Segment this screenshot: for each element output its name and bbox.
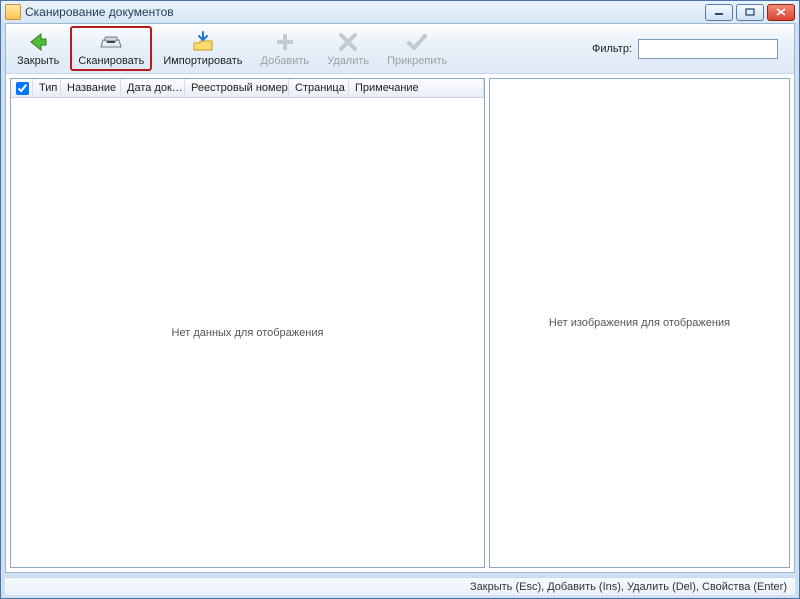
maximize-button[interactable] — [736, 4, 764, 21]
import-icon — [191, 30, 215, 54]
grid-empty-text: Нет данных для отображения — [172, 327, 324, 339]
import-button-label: Импортировать — [163, 55, 242, 67]
preview-pane: Нет изображения для отображения — [489, 78, 790, 568]
x-icon — [336, 30, 360, 54]
close-button-label: Закрыть — [17, 55, 59, 67]
column-doc-date[interactable]: Дата док… — [121, 79, 185, 97]
close-button[interactable]: Закрыть — [10, 26, 66, 71]
plus-icon — [273, 30, 297, 54]
close-icon — [776, 8, 786, 16]
filter-input[interactable] — [638, 39, 778, 59]
status-bar: Закрыть (Esc), Добавить (Ins), Удалить (… — [5, 577, 795, 595]
client-area: Закрыть Сканировать — [5, 23, 795, 573]
close-window-button[interactable] — [767, 4, 795, 21]
attach-button[interactable]: Прикрепить — [380, 26, 454, 71]
column-reg-number[interactable]: Реестровый номер — [185, 79, 289, 97]
maximize-icon — [745, 8, 755, 16]
main-body: Тип Название Дата док… Реестровый номер … — [6, 74, 794, 572]
filter-group: Фильтр: — [592, 26, 790, 71]
column-note[interactable]: Примечание — [349, 79, 484, 97]
scanner-icon — [99, 30, 123, 54]
column-type[interactable]: Тип — [33, 79, 61, 97]
add-button[interactable]: Добавить — [254, 26, 317, 71]
scan-button-label: Сканировать — [78, 55, 144, 67]
filter-label: Фильтр: — [592, 43, 632, 55]
status-text: Закрыть (Esc), Добавить (Ins), Удалить (… — [470, 581, 787, 593]
check-icon — [405, 30, 429, 54]
title-bar: Сканирование документов — [1, 1, 799, 23]
delete-button-label: Удалить — [327, 55, 369, 67]
column-name[interactable]: Название — [61, 79, 121, 97]
column-check[interactable] — [11, 79, 33, 97]
column-headers: Тип Название Дата док… Реестровый номер … — [11, 79, 484, 98]
scan-button[interactable]: Сканировать — [70, 26, 152, 71]
add-button-label: Добавить — [261, 55, 310, 67]
column-page[interactable]: Страница — [289, 79, 349, 97]
window-title: Сканирование документов — [25, 5, 174, 19]
toolbar: Закрыть Сканировать — [6, 24, 794, 74]
app-icon — [5, 4, 21, 20]
preview-empty-text: Нет изображения для отображения — [549, 317, 730, 329]
import-button[interactable]: Импортировать — [156, 26, 249, 71]
delete-button[interactable]: Удалить — [320, 26, 376, 71]
grid-empty: Нет данных для отображения — [11, 98, 484, 567]
minimize-button[interactable] — [705, 4, 733, 21]
attach-button-label: Прикрепить — [387, 55, 447, 67]
grid-pane: Тип Название Дата док… Реестровый номер … — [10, 78, 485, 568]
arrow-left-icon — [26, 30, 50, 54]
header-checkbox[interactable] — [16, 82, 29, 95]
window-frame: Сканирование документов Закрыть — [0, 0, 800, 599]
minimize-icon — [714, 8, 724, 16]
